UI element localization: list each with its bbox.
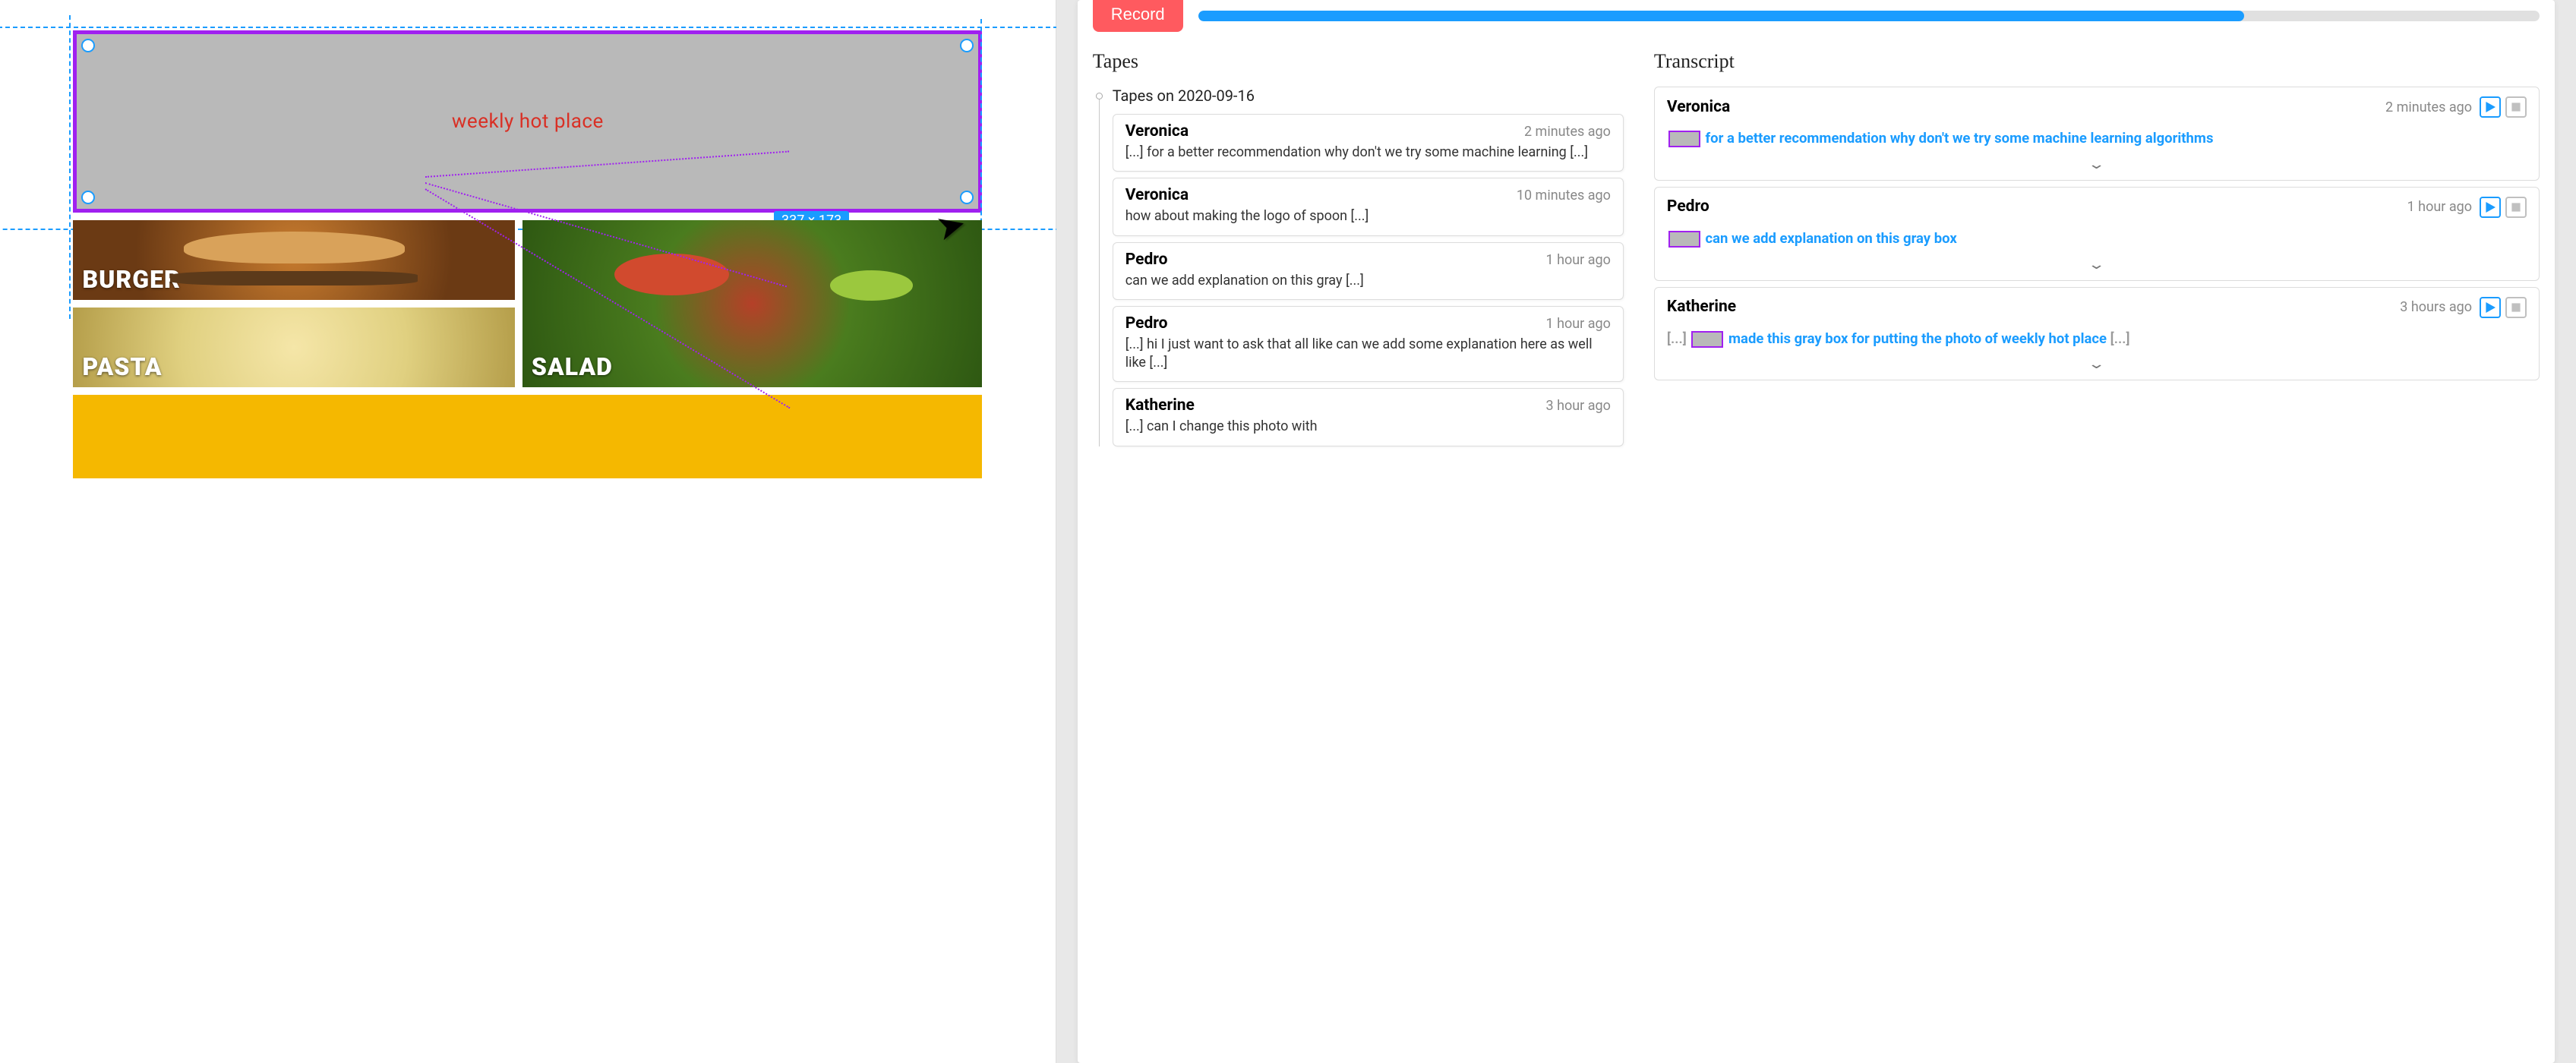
tape-author: Pedro	[1125, 314, 1168, 333]
record-button[interactable]: Record	[1093, 0, 1183, 32]
transcript-card[interactable]: Veronica 2 minutes ago for a better recom…	[1654, 87, 2540, 181]
design-canvas-panel: weekly hot place 337 × 173 BURGER PASTA …	[0, 0, 1056, 1063]
expand-toggle[interactable]: ⌄	[1667, 257, 2527, 273]
tape-body: [...] can I change this photo with	[1125, 418, 1611, 436]
tile-pasta-label: PASTA	[82, 352, 162, 381]
yellow-placeholder-box[interactable]	[73, 395, 982, 478]
tape-body: can we add explanation on this gray [...…	[1125, 272, 1611, 290]
tape-author: Pedro	[1125, 251, 1168, 269]
resize-handle-bottom-left[interactable]	[81, 191, 95, 204]
food-grid: BURGER PASTA SALAD	[73, 220, 982, 387]
selected-element-box[interactable]: weekly hot place 337 × 173	[73, 30, 982, 213]
transcript-column: Transcript Veronica 2 minutes ago for a b…	[1639, 35, 2555, 1063]
tape-timestamp: 1 hour ago	[1546, 316, 1611, 332]
transcript-card[interactable]: Katherine 3 hours ago [...] made this gray…	[1654, 287, 2540, 381]
progress-bar[interactable]	[1198, 11, 2540, 21]
tape-card[interactable]: Veronica 10 minutes ago how about making t…	[1113, 178, 1624, 235]
tapes-heading: Tapes	[1093, 50, 1624, 73]
tape-card[interactable]: Pedro 1 hour ago can we add explanation on…	[1113, 242, 1624, 300]
tile-pasta[interactable]: PASTA	[73, 308, 514, 387]
topbar: Record	[1078, 0, 2555, 35]
stop-button[interactable]	[2505, 197, 2527, 218]
play-button[interactable]	[2480, 197, 2501, 218]
tape-timestamp: 2 minutes ago	[1524, 124, 1611, 140]
timeline-dot-icon	[1096, 93, 1103, 99]
transcript-timestamp: 2 minutes ago	[2385, 99, 2472, 115]
tape-body: how about making the logo of spoon [...]	[1125, 207, 1611, 226]
transcript-timestamp: 3 hours ago	[2400, 299, 2472, 315]
expand-toggle[interactable]: ⌄	[1667, 356, 2527, 372]
tape-body: [...] for a better recommendation why do…	[1125, 144, 1611, 162]
play-button[interactable]	[2480, 96, 2501, 118]
element-reference-chip[interactable]	[1668, 231, 1700, 248]
tape-card[interactable]: Katherine 3 hour ago [...] can I change th…	[1113, 388, 1624, 446]
tile-burger-label: BURGER	[82, 265, 180, 294]
stop-button[interactable]	[2505, 297, 2527, 318]
transcript-author: Veronica	[1667, 98, 1730, 116]
element-reference-chip[interactable]	[1668, 131, 1700, 147]
tape-author: Veronica	[1125, 186, 1189, 204]
tape-card[interactable]: Pedro 1 hour ago [...] hi I just want to a…	[1113, 306, 1624, 383]
transcript-highlight: for a better recommendation why don't we…	[1667, 128, 2527, 149]
transcript-heading: Transcript	[1654, 50, 2540, 73]
tile-salad[interactable]: SALAD	[522, 220, 982, 387]
guide-horizontal-top	[0, 27, 1164, 28]
chevron-down-icon: ⌄	[2088, 156, 2106, 172]
tapes-date-label: Tapes on 2020-09-16	[1113, 87, 1624, 105]
tape-timestamp: 10 minutes ago	[1517, 188, 1611, 203]
tape-timestamp: 1 hour ago	[1546, 252, 1611, 268]
tape-author: Veronica	[1125, 122, 1189, 140]
resize-handle-top-right[interactable]	[960, 39, 974, 52]
transcript-card[interactable]: Pedro 1 hour ago can we add explanation o…	[1654, 187, 2540, 281]
tape-author: Katherine	[1125, 396, 1195, 415]
selected-element-label: weekly hot place	[452, 110, 604, 133]
app-panel: Record Tapes Tapes on 2020-09-16 Veronic…	[1056, 0, 2576, 1063]
element-reference-chip[interactable]	[1691, 331, 1723, 348]
resize-handle-top-left[interactable]	[81, 39, 95, 52]
expand-toggle[interactable]: ⌄	[1667, 156, 2527, 172]
resize-handle-bottom-right[interactable]	[960, 191, 974, 204]
chevron-down-icon: ⌄	[2088, 257, 2106, 273]
tape-card[interactable]: Veronica 2 minutes ago [...] for a better …	[1113, 114, 1624, 172]
guide-vertical-left	[69, 15, 71, 319]
tape-body: [...] hi I just want to ask that all lik…	[1125, 336, 1611, 373]
tapes-column: Tapes Tapes on 2020-09-16 Veronica 2 minu…	[1078, 35, 1639, 1063]
play-button[interactable]	[2480, 297, 2501, 318]
transcript-author: Katherine	[1667, 298, 1736, 316]
canvas-area[interactable]: weekly hot place 337 × 173 BURGER PASTA …	[73, 30, 982, 478]
tapes-timeline: Tapes on 2020-09-16 Veronica 2 minutes ag…	[1093, 87, 1624, 446]
tile-salad-label: SALAD	[532, 352, 613, 381]
stop-button[interactable]	[2505, 96, 2527, 118]
progress-fill	[1198, 11, 2245, 21]
transcript-highlight: can we add explanation on this gray box	[1667, 229, 2527, 249]
chevron-down-icon: ⌄	[2088, 356, 2106, 372]
tape-timestamp: 3 hour ago	[1546, 398, 1611, 414]
transcript-timestamp: 1 hour ago	[2407, 199, 2472, 215]
tile-burger[interactable]: BURGER	[73, 220, 514, 300]
transcript-highlight: [...] made this gray box for putting the…	[1667, 329, 2527, 349]
transcript-author: Pedro	[1667, 197, 1709, 216]
